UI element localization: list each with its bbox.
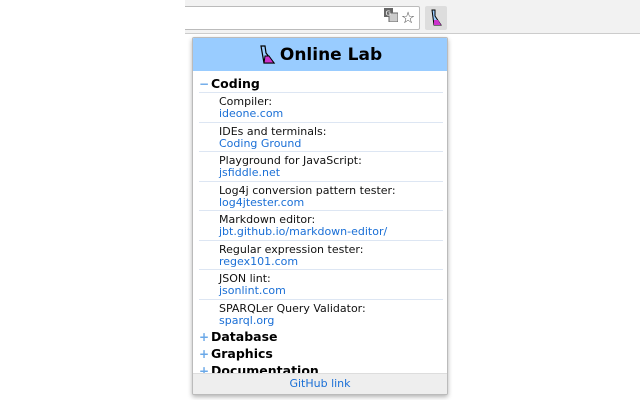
item-link[interactable]: Coding Ground (219, 137, 443, 150)
online-lab-extension-button[interactable] (425, 6, 447, 30)
svg-text:G: G (386, 10, 391, 18)
section-coding[interactable]: − Coding (193, 75, 447, 92)
item-link[interactable]: jbt.github.io/markdown-editor/ (219, 226, 443, 238)
item-link[interactable]: regex101.com (219, 255, 443, 268)
popup-title: Online Lab (279, 44, 383, 65)
list-item: Log4j conversion pattern tester: log4jtes… (199, 180, 443, 211)
flask-icon (431, 9, 442, 26)
item-link[interactable]: log4jtester.com (219, 196, 443, 209)
popup-header: Online Lab (193, 38, 447, 71)
list-item: SPARQLer Query Validator: sparql.org (199, 298, 443, 329)
browser-toolbar: G ☆ (185, 0, 640, 34)
list-item: Compiler: ideone.com (199, 92, 443, 122)
collapse-icon: − (199, 76, 210, 91)
expand-icon: + (199, 329, 210, 344)
item-link[interactable]: jsonlint.com (219, 285, 443, 297)
item-link[interactable]: sparql.org (219, 314, 443, 327)
list-item: JSON lint: jsonlint.com (199, 269, 443, 299)
list-item: Playground for JavaScript: jsfiddle.net (199, 151, 443, 181)
expand-icon: + (199, 346, 210, 361)
coding-items: Compiler: ideone.com IDEs and terminals: C… (193, 92, 443, 328)
item-link[interactable]: jsfiddle.net (219, 167, 443, 179)
list-item: IDEs and terminals: Coding Ground (199, 121, 443, 152)
item-link[interactable]: ideone.com (219, 108, 443, 120)
star-icon[interactable]: ☆ (398, 8, 418, 28)
section-graphics[interactable]: + Graphics (193, 345, 447, 362)
online-lab-popup: Online Lab − Coding Compiler: ideone.com … (192, 37, 448, 395)
list-item: Markdown editor: jbt.github.io/markdown-e… (199, 210, 443, 240)
list-item: Regular expression tester: regex101.com (199, 239, 443, 270)
flask-icon (260, 44, 276, 64)
github-link[interactable]: GitHub link (289, 377, 350, 390)
section-database[interactable]: + Database (193, 328, 447, 345)
popup-footer: GitHub link (193, 373, 447, 394)
